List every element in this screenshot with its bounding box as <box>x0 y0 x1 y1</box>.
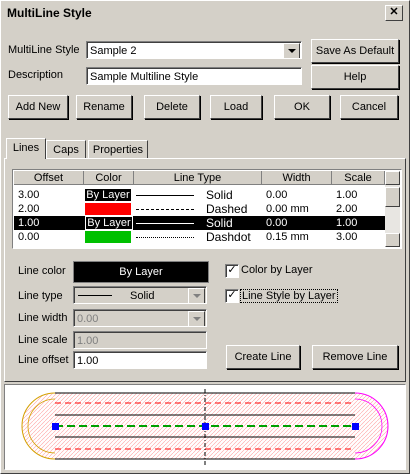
line-type-label: Line type <box>18 290 63 302</box>
grid-header-scale[interactable]: Scale <box>332 171 385 185</box>
cell-linetype: Solid <box>206 188 233 202</box>
scroll-down-button[interactable] <box>385 233 400 247</box>
cell-scale: 3.00 <box>336 231 358 243</box>
scroll-thumb[interactable] <box>385 187 400 207</box>
line-color-label: Line color <box>18 265 66 277</box>
chevron-down-icon[interactable] <box>283 43 300 58</box>
preview-drawing <box>21 389 389 465</box>
cell-color <box>85 231 131 243</box>
tab-properties[interactable]: Properties <box>88 140 148 159</box>
table-row[interactable]: 0.00 Dashdot 0.15 mm 3.00 <box>14 230 385 244</box>
grid-header-width[interactable]: Width <box>262 171 332 185</box>
rename-button[interactable]: Rename <box>76 95 132 119</box>
line-offset-field[interactable]: 1.00 <box>73 351 207 369</box>
cell-offset: 3.00 <box>18 189 40 201</box>
tab-caps[interactable]: Caps <box>46 140 86 159</box>
table-row[interactable]: 3.00 By Layer Solid 0.00 1.00 <box>14 188 385 202</box>
line-scale-field[interactable]: 1.00 <box>73 331 207 349</box>
table-row[interactable]: 2.00 Dashed 0.00 mm 2.00 <box>14 202 385 216</box>
style-combo[interactable]: Sample 2 <box>86 41 302 59</box>
scroll-up-button[interactable] <box>385 171 400 185</box>
cell-linetype: Solid <box>206 216 233 230</box>
left-cap <box>21 392 56 460</box>
table-row-selected[interactable]: 1.00 By Layer Solid 0.00 1.00 <box>14 216 385 230</box>
line-width-value: 0.00 <box>77 313 99 325</box>
cell-color: By Layer <box>85 216 133 230</box>
linetype-sample <box>136 209 194 210</box>
grid-scrollbar[interactable] <box>385 171 400 247</box>
title-bar: MultiLine Style ✕ <box>3 3 407 23</box>
vertex-marker <box>202 423 209 430</box>
help-button[interactable]: Help <box>311 65 399 89</box>
cell-offset: 2.00 <box>18 203 40 215</box>
lines-grid[interactable]: Offset Color Line Type Width Scale 3.00 … <box>12 169 402 249</box>
grid-header-offset[interactable]: Offset <box>14 171 84 185</box>
linetype-sample <box>136 237 194 238</box>
ok-button[interactable]: OK <box>274 95 330 119</box>
vertex-marker <box>352 423 359 430</box>
vertex-marker <box>52 423 59 430</box>
cell-scale: 2.00 <box>336 203 358 215</box>
save-as-default-button[interactable]: Save As Default <box>311 39 399 63</box>
close-icon: ✕ <box>389 6 399 18</box>
remove-line-button[interactable]: Remove Line <box>312 345 398 369</box>
line-type-combo[interactable]: Solid <box>73 286 207 304</box>
cancel-button[interactable]: Cancel <box>340 95 398 119</box>
add-new-button[interactable]: Add New <box>8 95 68 119</box>
line-type-value: Solid <box>130 290 155 302</box>
color-by-layer-checkbox[interactable]: ✓ <box>225 264 239 278</box>
close-button[interactable]: ✕ <box>385 5 403 21</box>
cell-offset: 1.00 <box>18 217 40 229</box>
tab-lines[interactable]: Lines <box>6 138 46 159</box>
load-button[interactable]: Load <box>210 95 262 119</box>
line-offset-label: Line offset <box>18 354 69 366</box>
style-value: Sample 2 <box>90 45 137 57</box>
cell-color <box>85 203 131 215</box>
line-width-combo[interactable]: 0.00 <box>73 309 207 327</box>
linetype-sample <box>78 295 112 296</box>
style-label: MultiLine Style <box>8 44 80 56</box>
description-field[interactable]: Sample Multiline Style <box>86 67 302 85</box>
cell-width: 0.00 mm <box>266 203 309 215</box>
grid-header-linetype[interactable]: Line Type <box>134 171 262 185</box>
line-color-button[interactable]: By Layer <box>73 261 209 283</box>
cell-width: 0.15 mm <box>266 231 309 243</box>
cell-linetype: Dashdot <box>206 230 251 244</box>
create-line-button[interactable]: Create Line <box>226 345 300 369</box>
cell-linetype: Dashed <box>206 202 248 216</box>
color-by-layer-label: Color by Layer <box>241 264 313 276</box>
delete-button[interactable]: Delete <box>144 95 200 119</box>
right-cap <box>354 392 389 460</box>
cell-width: 0.00 <box>266 189 288 201</box>
chevron-down-icon[interactable] <box>188 311 205 326</box>
window-title: MultiLine Style <box>7 6 92 20</box>
multiline-preview <box>4 384 406 470</box>
cell-offset: 0.00 <box>18 231 40 243</box>
grid-header-color[interactable]: Color <box>84 171 134 185</box>
cell-width: 0.00 <box>266 217 288 229</box>
line-scale-label: Line scale <box>18 334 68 346</box>
linetype-sample <box>136 223 194 224</box>
style-by-layer-checkbox[interactable]: ✓ <box>225 289 239 303</box>
line-width-label: Line width <box>18 312 68 324</box>
cell-scale: 1.00 <box>336 217 358 229</box>
chevron-down-icon[interactable] <box>188 288 205 303</box>
style-by-layer-label: Line Style by Layer <box>240 289 338 303</box>
linetype-sample <box>136 195 194 196</box>
cell-scale: 1.00 <box>336 189 358 201</box>
description-label: Description <box>8 69 64 81</box>
cell-color: By Layer <box>85 189 131 201</box>
